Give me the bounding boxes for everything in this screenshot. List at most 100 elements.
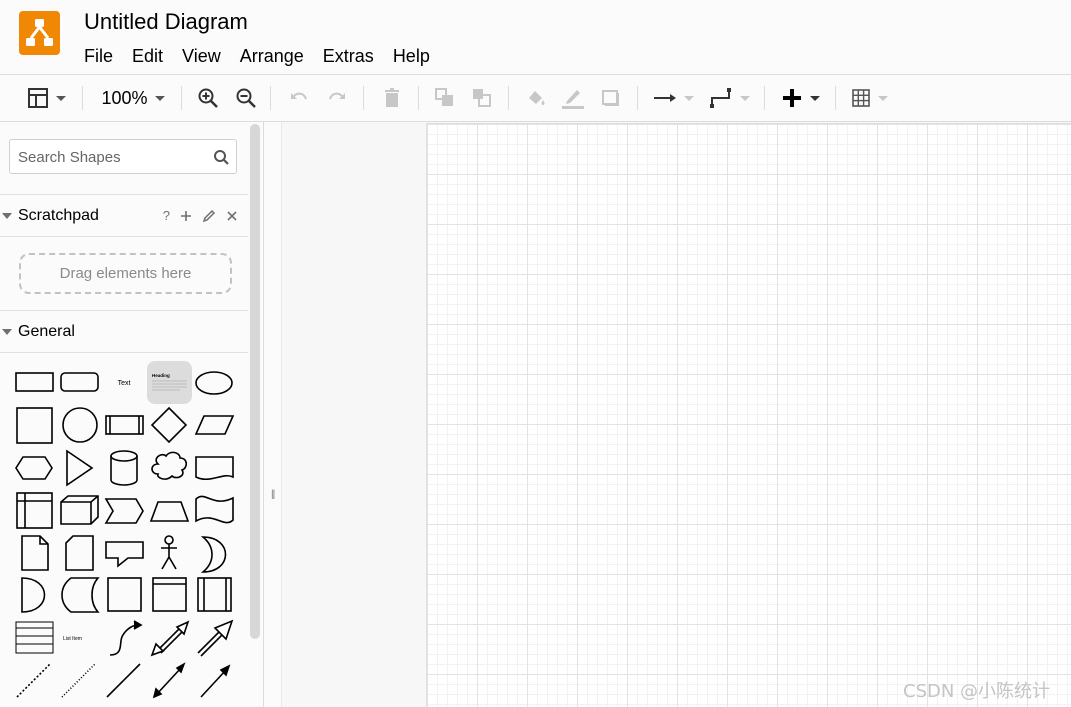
connection-arrow-icon	[653, 94, 676, 102]
line-color-button[interactable]	[560, 75, 586, 121]
edit-pencil-icon[interactable]	[202, 209, 216, 223]
hexagon-shape[interactable]	[15, 456, 53, 480]
shadow-icon	[602, 90, 619, 106]
card-shape[interactable]	[65, 535, 94, 571]
step-shape[interactable]	[104, 498, 144, 524]
menu-edit[interactable]: Edit	[132, 46, 163, 67]
dotted-line-shape[interactable]	[61, 663, 96, 698]
menu-extras[interactable]: Extras	[323, 46, 374, 67]
shapes-sidebar: Scratchpad ? Drag elements here General …	[0, 122, 264, 707]
cloud-shape[interactable]	[151, 451, 188, 480]
expand-triangle-icon	[2, 328, 12, 335]
triangle-shape[interactable]	[66, 449, 94, 487]
to-front-button[interactable]	[433, 75, 457, 121]
callout-shape[interactable]	[105, 541, 144, 568]
search-box	[9, 139, 237, 174]
zoom-out-icon	[236, 88, 256, 108]
zoom-in-icon	[198, 88, 218, 108]
general-title: General	[18, 322, 75, 340]
process-shape[interactable]	[105, 415, 144, 435]
zoom-dropdown[interactable]: 100%	[96, 75, 170, 121]
drawio-logo[interactable]	[19, 11, 60, 55]
document-shape[interactable]	[195, 456, 234, 481]
diagram-title[interactable]: Untitled Diagram	[84, 9, 248, 35]
fill-color-button[interactable]	[524, 75, 548, 121]
zoom-in-button[interactable]	[196, 75, 220, 121]
search-icon[interactable]	[213, 149, 230, 166]
swimlane-shape[interactable]	[152, 577, 187, 612]
toolbar-divider	[764, 86, 765, 110]
undo-button[interactable]	[287, 75, 311, 121]
parallelogram-shape[interactable]	[194, 415, 235, 435]
or-shape[interactable]	[200, 536, 227, 573]
expand-triangle-icon	[2, 212, 12, 219]
toolbar-divider	[270, 86, 271, 110]
fill-color-icon	[529, 91, 545, 105]
menu-arrange[interactable]: Arrange	[240, 46, 304, 67]
scratchpad-help-button[interactable]: ?	[163, 208, 170, 223]
ellipse-shape[interactable]	[195, 371, 233, 395]
toolbar: 100%	[0, 74, 1071, 122]
table-button[interactable]	[848, 75, 890, 121]
container-shape[interactable]	[107, 577, 142, 612]
format-panel-button[interactable]	[22, 75, 70, 121]
line-color-icon	[562, 90, 584, 109]
scratchpad-dropzone[interactable]: Drag elements here	[19, 253, 232, 294]
connection-style-button[interactable]	[652, 75, 694, 121]
bidirectional-connector-shape[interactable]	[152, 662, 186, 699]
arrow-shape[interactable]	[197, 619, 234, 657]
add-icon[interactable]	[180, 210, 192, 222]
bidirectional-arrow-shape[interactable]	[150, 620, 190, 657]
insert-button[interactable]	[778, 75, 822, 121]
delay-shape[interactable]	[21, 577, 46, 613]
data-storage-shape[interactable]	[61, 577, 100, 613]
square-shape[interactable]	[16, 407, 53, 444]
vertical-container-shape[interactable]	[197, 577, 232, 612]
cylinder-shape[interactable]	[110, 450, 138, 486]
search-input[interactable]	[18, 148, 208, 166]
rounded-rectangle-shape[interactable]	[60, 372, 99, 392]
cube-shape[interactable]	[60, 495, 99, 525]
scratchpad-header[interactable]: Scratchpad ?	[0, 194, 248, 237]
general-header[interactable]: General	[0, 310, 248, 353]
chevron-down-icon	[154, 95, 165, 101]
watermark: CSDN @小陈统计	[903, 681, 1051, 702]
menu-view[interactable]: View	[182, 46, 221, 67]
sidebar-scrollbar[interactable]	[250, 124, 260, 639]
to-back-icon	[473, 89, 491, 107]
zoom-out-button[interactable]	[234, 75, 258, 121]
tape-shape[interactable]	[195, 495, 234, 524]
curved-arrow-shape[interactable]	[109, 620, 143, 656]
menu-help[interactable]: Help	[393, 46, 430, 67]
actor-shape[interactable]	[161, 535, 177, 570]
list-item-shape[interactable]: List Item	[63, 636, 82, 642]
internal-storage-shape[interactable]	[16, 492, 53, 529]
textbox-shape-highlight[interactable]	[147, 361, 192, 404]
toolbar-divider	[181, 86, 182, 110]
to-back-button[interactable]	[470, 75, 494, 121]
toolbar-divider	[835, 86, 836, 110]
line-shape[interactable]	[106, 663, 141, 698]
note-shape[interactable]	[21, 535, 49, 571]
delete-button[interactable]	[380, 75, 404, 121]
dashed-line-shape[interactable]	[16, 663, 51, 698]
redo-button[interactable]	[325, 75, 349, 121]
rectangle-shape[interactable]	[15, 372, 54, 392]
close-icon[interactable]	[226, 210, 238, 222]
text-shape[interactable]: Text	[118, 380, 131, 387]
directional-connector-shape[interactable]	[200, 664, 231, 698]
header: Untitled Diagram File Edit View Arrange …	[0, 0, 1071, 74]
table-icon	[851, 89, 870, 107]
menu-bar: File Edit View Arrange Extras Help	[84, 46, 449, 67]
splitter-grip-icon[interactable]: ||	[271, 489, 275, 500]
circle-shape[interactable]	[62, 407, 98, 443]
sidebar-splitter[interactable]: ||	[265, 122, 282, 707]
menu-file[interactable]: File	[84, 46, 113, 67]
trapezoid-shape[interactable]	[149, 501, 190, 522]
list-shape[interactable]	[15, 621, 54, 654]
diagram-page-grid[interactable]	[426, 123, 1071, 707]
shadow-button[interactable]	[599, 75, 623, 121]
scratchpad-actions: ?	[163, 208, 238, 223]
waypoints-button[interactable]	[708, 75, 750, 121]
diamond-shape[interactable]	[150, 406, 188, 444]
